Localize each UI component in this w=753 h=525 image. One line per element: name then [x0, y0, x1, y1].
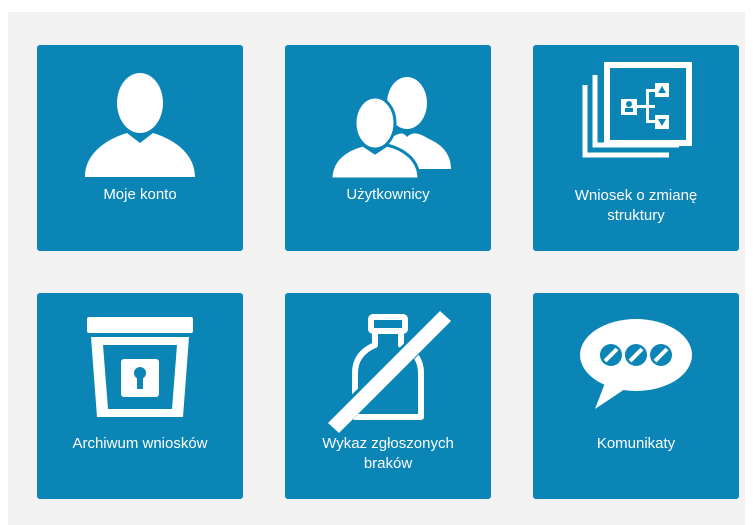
- tile-komunikaty[interactable]: Komunikaty: [533, 293, 739, 499]
- tile-moje-konto[interactable]: Moje konto: [37, 45, 243, 251]
- tile-label: Komunikaty: [596, 435, 676, 452]
- crossed-bottle-icon: [328, 311, 451, 433]
- archive-box-icon: [87, 317, 193, 417]
- tile-archiwum-wnioskow[interactable]: Archiwum wniosków: [37, 293, 243, 499]
- tile-wniosek-o-zmiane-struktury[interactable]: Wniosek o zmianę struktury: [533, 45, 739, 251]
- tile-uzytkownicy[interactable]: Użytkownicy: [285, 45, 491, 251]
- tile-label: Wykaz zgłoszonych braków: [322, 435, 454, 472]
- structure-change-icon: [582, 62, 692, 158]
- tile-label: Archiwum wniosków: [72, 435, 208, 452]
- tile-wykaz-zgloszonych-brakow[interactable]: Wykaz zgłoszonych braków: [285, 293, 491, 499]
- users-icon: [329, 77, 451, 181]
- user-icon: [85, 73, 195, 177]
- tile-label: Użytkownicy: [346, 186, 430, 203]
- dashboard-panel: Moje konto Użytkownicy Wniosek o zmianę …: [8, 12, 745, 525]
- tile-label: Wniosek o zmianę struktury: [574, 187, 698, 224]
- tile-label: Moje konto: [103, 186, 177, 203]
- speech-bubble-icon: [580, 319, 692, 409]
